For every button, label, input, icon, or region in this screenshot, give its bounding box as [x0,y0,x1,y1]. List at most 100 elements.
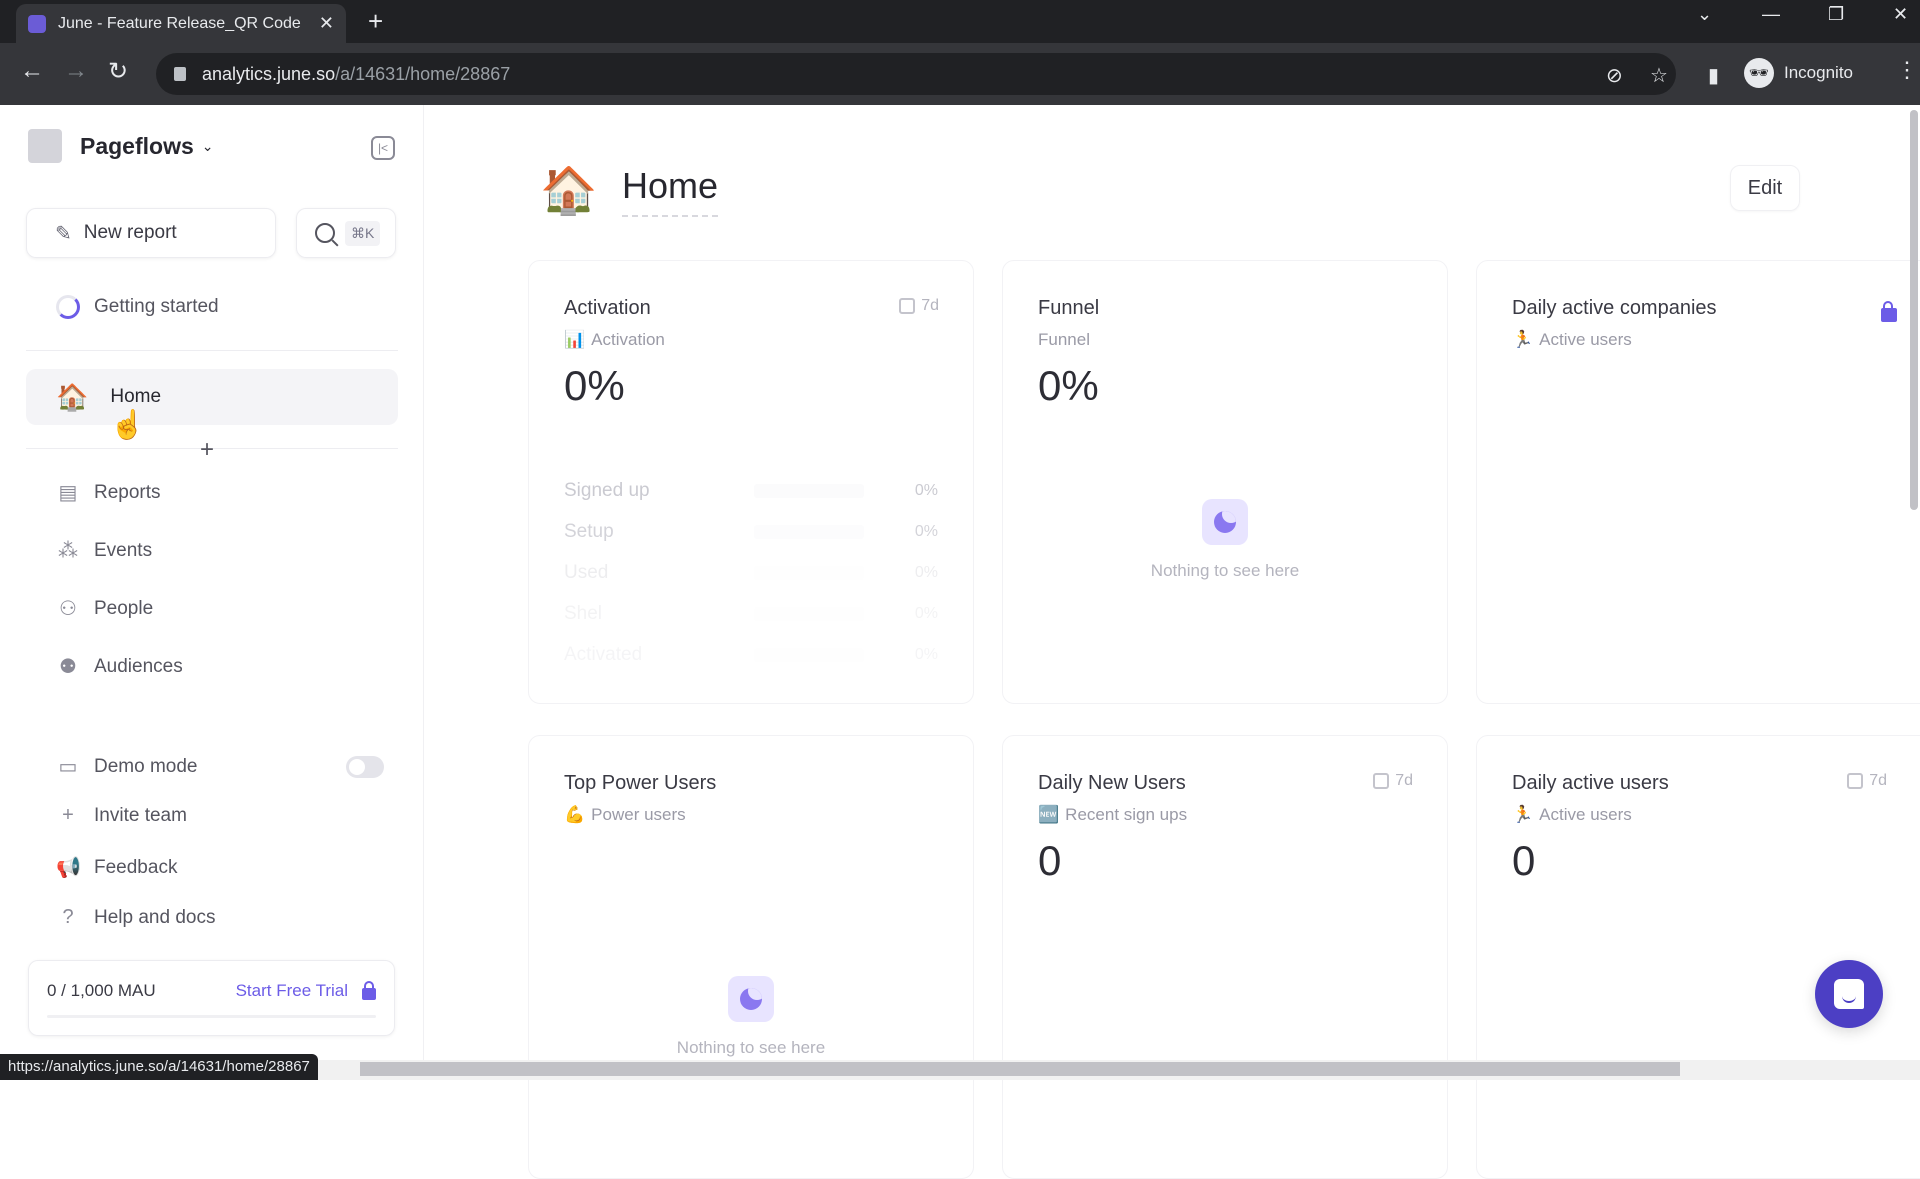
empty-state: Nothing to see here [529,976,973,1058]
collapse-sidebar-icon[interactable]: |< [371,136,395,160]
chevron-down-icon: ⌄ [201,137,214,154]
period-label: 7d [1869,772,1887,789]
getting-started-item[interactable]: Getting started [56,295,219,319]
browser-toolbar: ← → ↻ analytics.june.so/a/14631/home/288… [0,43,1920,105]
browser-tab[interactable]: June - Feature Release_QR Code ✕ [16,4,346,43]
top-power-users-card[interactable]: Top Power Users 💪 Power users Nothing to … [528,735,974,1179]
daily-active-users-card[interactable]: Daily active users 🏃 Active users 0 7d [1476,735,1920,1179]
browser-menu-icon[interactable]: ⋮ [1896,57,1918,83]
add-page-icon[interactable]: + [200,436,214,464]
search-icon [315,223,335,243]
mau-usage-card: 0 / 1,000 MAU Start Free Trial [28,960,395,1036]
tab-title: June - Feature Release_QR Code [58,14,301,32]
edit-button[interactable]: Edit [1730,165,1800,211]
start-free-trial-link[interactable]: Start Free Trial [236,981,376,1001]
home-label: Home [110,386,162,407]
step-pct: 0% [914,604,938,622]
feedback-item[interactable]: 📢 Feedback [56,855,177,880]
empty-text: Nothing to see here [1150,561,1300,580]
vertical-scrollbar[interactable] [1910,110,1918,510]
workspace-switcher[interactable]: Pageflows ⌄ [28,129,214,163]
bar-chart-icon: 📊 [564,330,586,349]
funnel-step: Activated 0% [564,634,938,675]
daily-active-companies-card[interactable]: Daily active companies 🏃 Active users [1476,260,1920,704]
chat-launcher-button[interactable] [1815,960,1883,1028]
sidebar: Pageflows ⌄ |< ✎ New report ⌘K Getting s… [0,105,424,1080]
sidebar-item-audiences[interactable]: ⚉ Audiences [56,654,183,679]
minimize-icon[interactable]: — [1762,4,1780,25]
star-icon[interactable]: ☆ [1650,63,1668,88]
audiences-label: Audiences [94,655,183,677]
address-bar[interactable]: analytics.june.so/a/14631/home/28867 ⊘ ☆ [156,53,1676,95]
funnel-step: Used 0% [564,552,938,593]
restore-icon[interactable]: ❐ [1828,4,1844,25]
card-value: 0% [564,362,625,409]
incognito-icon: 🕶 [1744,58,1774,88]
invite-label: Invite team [94,804,187,826]
step-bar [754,647,864,662]
new-report-button[interactable]: ✎ New report [26,208,276,258]
funnel-step: Shel 0% [564,593,938,634]
reload-icon[interactable]: ↻ [108,57,128,86]
empty-text: Nothing to see here [676,1038,826,1057]
step-pct: 0% [914,563,938,581]
invite-team-item[interactable]: + Invite team [56,804,187,827]
card-title: Daily active companies [1512,297,1717,319]
card-title: Activation [564,297,651,319]
eye-slash-icon[interactable]: ⊘ [1606,63,1623,88]
card-title: Top Power Users [564,772,717,794]
period-badge: 7d [899,297,939,315]
card-subtitle: Active users [1539,330,1632,349]
activation-card[interactable]: Activation 📊 Activation 0% 7d Signed up 0%… [528,260,974,704]
events-label: Events [94,539,153,561]
card-subtitle: Active users [1539,805,1632,824]
sidebar-item-events[interactable]: ⁂ Events [56,538,152,563]
card-subtitle: Power users [591,805,686,824]
locked-icon[interactable] [1881,301,1897,322]
step-bar [754,565,864,580]
close-window-icon[interactable]: ✕ [1893,4,1908,25]
back-icon[interactable]: ← [20,57,44,85]
search-shortcut: ⌘K [345,220,381,246]
sidebar-item-people[interactable]: ⚇ People [56,596,153,621]
period-label: 7d [921,297,939,314]
page-title[interactable]: Home [622,165,719,217]
help-item[interactable]: ? Help and docs [56,906,215,929]
period-badge: 7d [1847,772,1887,790]
horizontal-scrollbar[interactable] [360,1062,1680,1076]
demo-mode-toggle[interactable] [346,756,384,778]
people-label: People [94,597,154,619]
period-badge: 7d [1373,772,1413,790]
progress-ring-icon [56,295,80,319]
sidebar-item-reports[interactable]: ▤ Reports [56,480,161,505]
card-subtitle: Funnel [1038,330,1090,349]
card-subtitle: Activation [591,330,665,349]
tab-search-icon[interactable]: ⌄ [1697,4,1712,25]
new-tab-icon[interactable]: + [368,6,383,37]
house-icon: 🏠 [540,164,598,216]
sidebar-item-home[interactable]: 🏠 Home [26,369,398,425]
step-label: Used [564,561,609,583]
funnel-step: Signed up 0% [564,470,938,511]
funnel-card[interactable]: Funnel Funnel 0% Nothing to see here [1002,260,1448,704]
divider [26,350,398,351]
side-panel-icon[interactable]: ▮ [1708,63,1719,88]
flexed-biceps-icon: 💪 [564,805,586,824]
search-button[interactable]: ⌘K [296,208,396,258]
plus-icon: + [62,804,74,826]
hand-cursor-icon: ☝ [110,409,145,440]
card-value: 0% [1038,362,1099,409]
close-tab-icon[interactable]: ✕ [319,13,334,34]
card-title: Daily New Users [1038,772,1186,794]
step-pct: 0% [914,481,938,499]
url-path: /a/14631/home/28867 [335,63,511,84]
megaphone-icon: 📢 [56,857,81,879]
june-favicon-icon [28,14,46,33]
main-content: 🏠 Home Edit Activation 📊 Activation 0% 7d… [425,105,1920,1179]
step-label: Shel [564,602,603,624]
reports-label: Reports [94,481,161,503]
forward-icon[interactable]: → [64,57,88,85]
reports-icon: ▤ [58,482,78,504]
daily-new-users-card[interactable]: Daily New Users 🆕 Recent sign ups 0 7d [1002,735,1448,1179]
incognito-badge[interactable]: 🕶 Incognito [1744,53,1853,93]
